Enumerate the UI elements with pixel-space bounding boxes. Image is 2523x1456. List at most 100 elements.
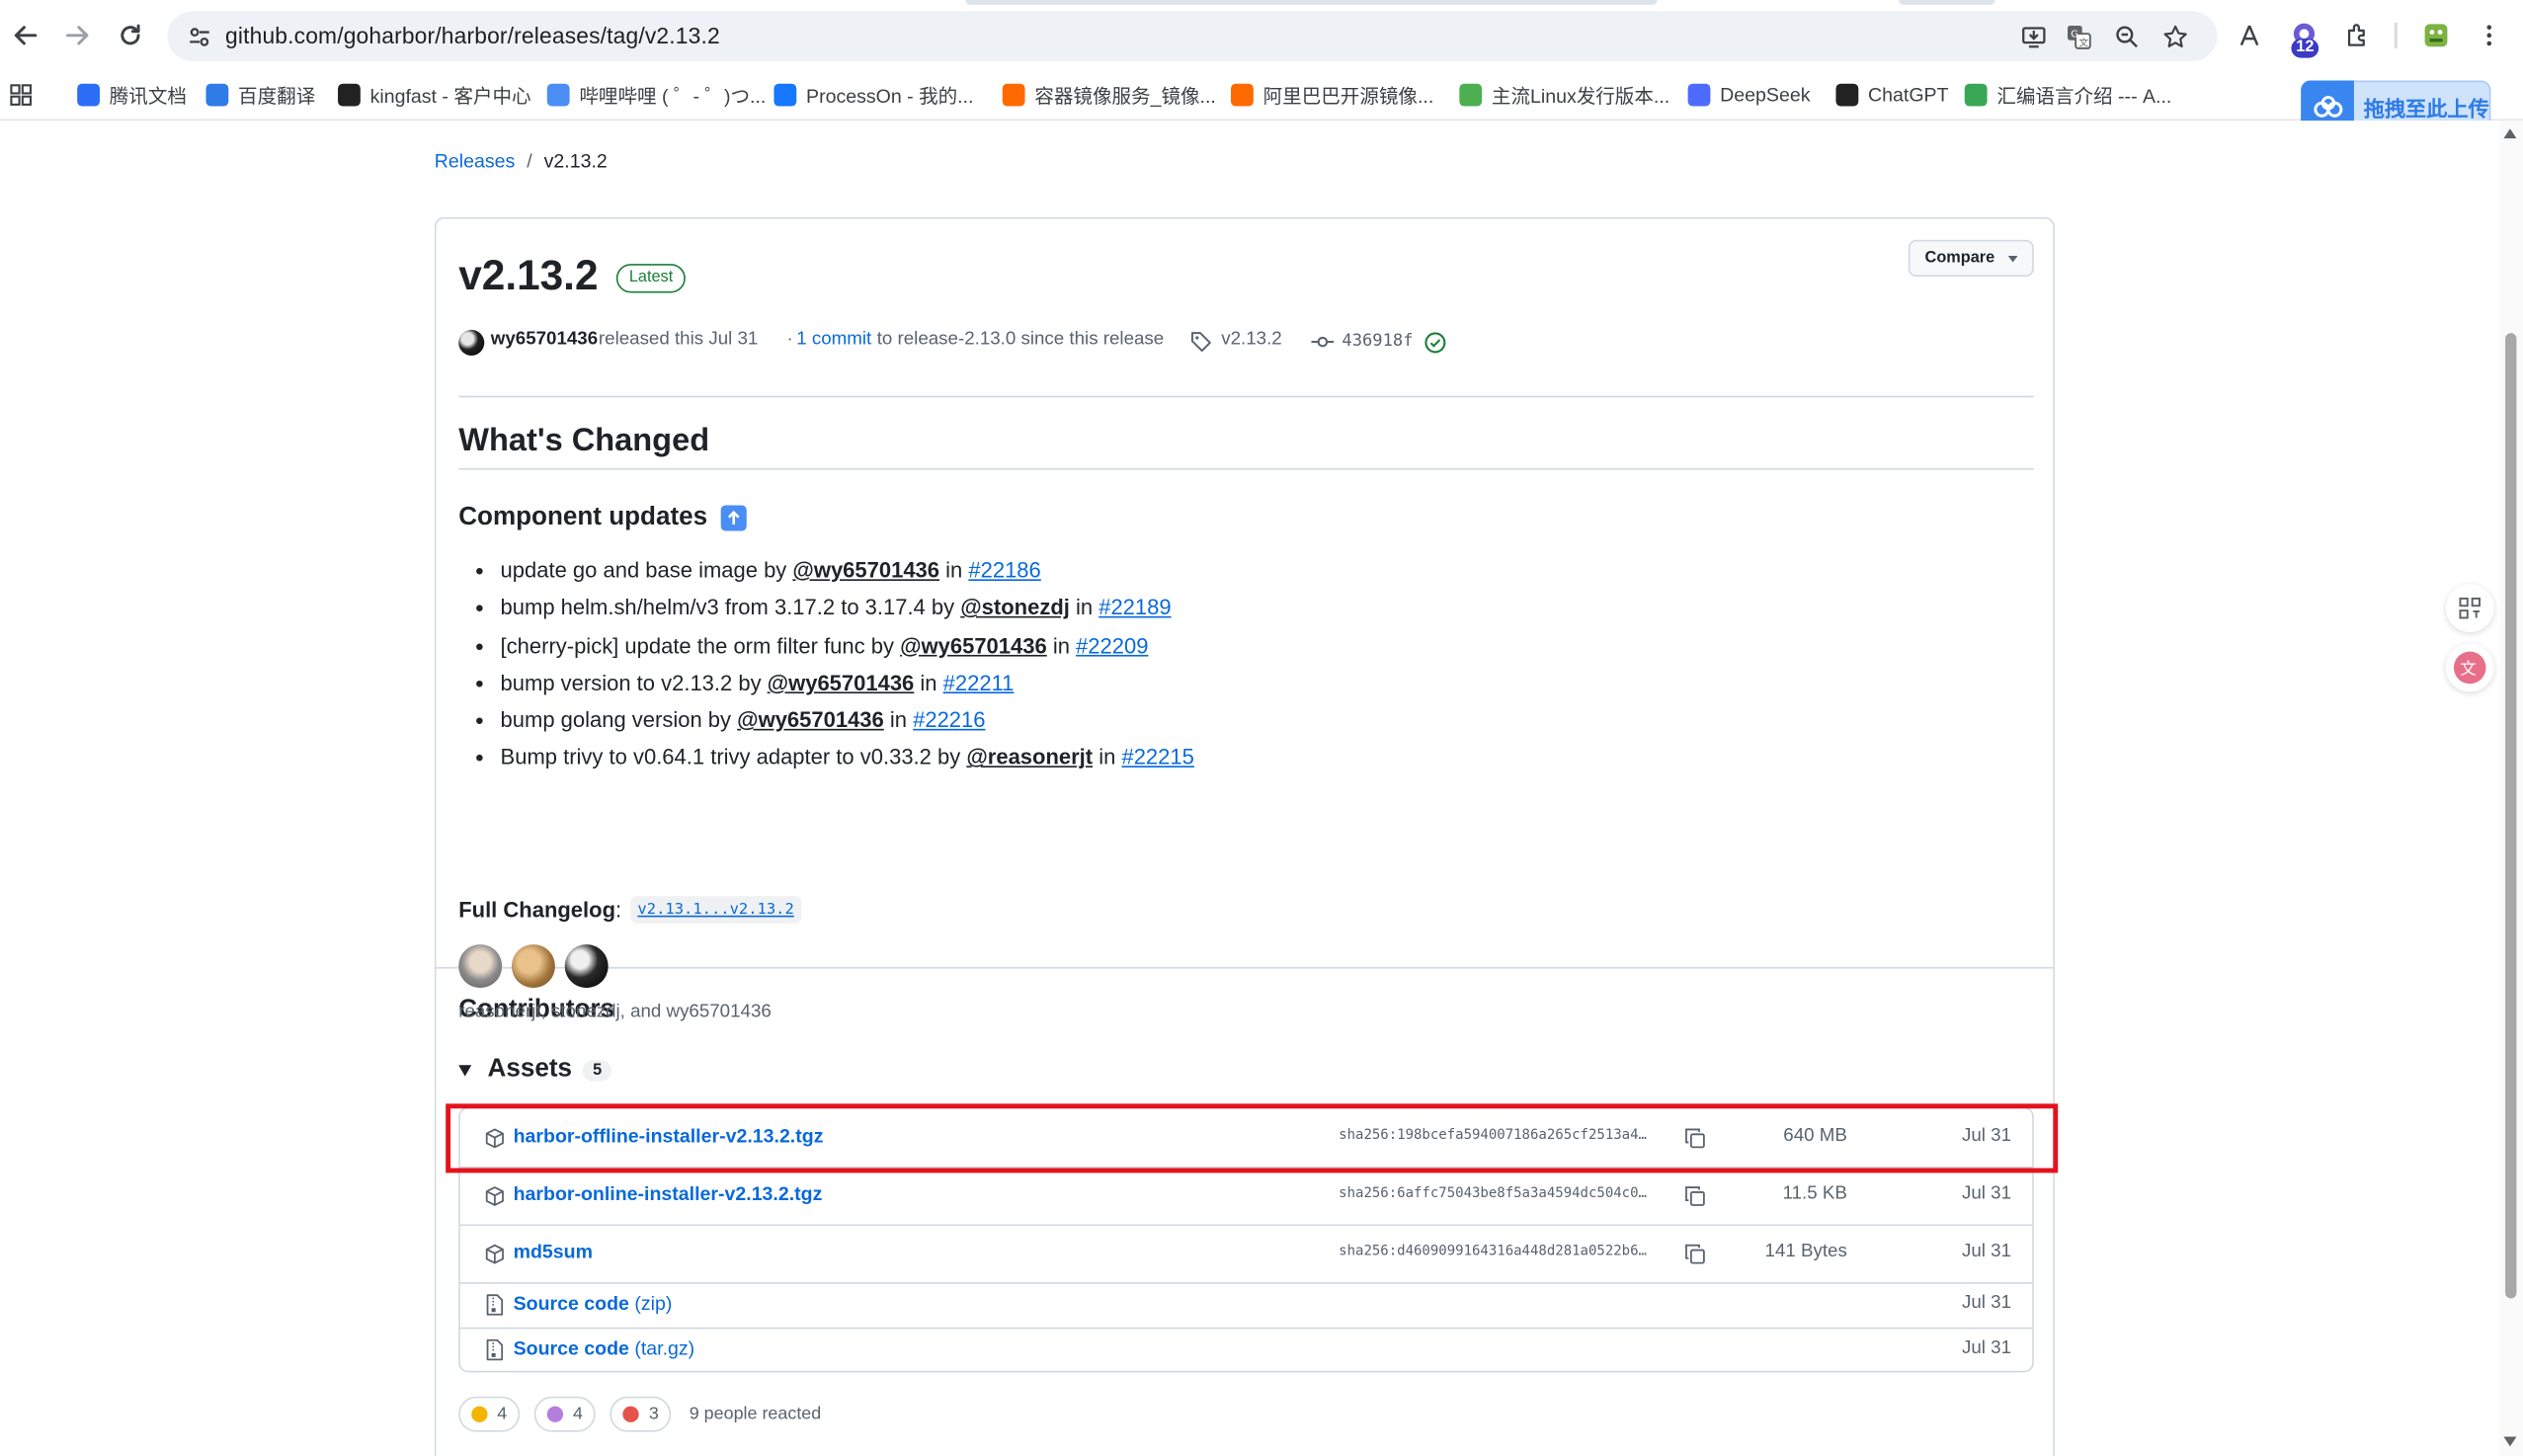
- asset-link[interactable]: harbor-online-installer-v2.13.2.tgz: [514, 1182, 823, 1205]
- asset-link[interactable]: Source code (tar.gz): [514, 1337, 695, 1360]
- change-pr-link[interactable]: #22216: [913, 708, 985, 732]
- change-text: bump version to v2.13.2 by: [500, 671, 768, 695]
- change-item: Bump trivy to v0.64.1 trivy adapter to v…: [501, 739, 1949, 776]
- reaction-thumbs-up[interactable]: 4: [458, 1396, 521, 1432]
- reaction-party-popper[interactable]: 4: [533, 1396, 597, 1432]
- bookmark-label: DeepSeek: [1720, 83, 1811, 107]
- bookmark-item[interactable]: DeepSeek: [1687, 80, 1811, 109]
- reaction-count: 4: [573, 1404, 584, 1424]
- bookmark-label: ChatGPT: [1868, 83, 1949, 107]
- change-author-link[interactable]: @stonezdj: [960, 596, 1070, 619]
- change-text: Bump trivy to v0.64.1 trivy adapter to v…: [500, 745, 967, 770]
- compare-button[interactable]: Compare: [1908, 239, 2034, 278]
- asset-size: 640 MB: [1783, 1126, 1847, 1146]
- release-meta: wy65701436 released this Jul 31 · 1 comm…: [458, 329, 1585, 358]
- change-pr-link[interactable]: #22186: [968, 558, 1040, 582]
- zoom-icon[interactable]: [2111, 21, 2144, 53]
- changelog-colon: :: [615, 897, 622, 923]
- tab-strip-indicator-2: [1898, 0, 1995, 5]
- page-translate-icon[interactable]: 文: [2445, 643, 2494, 692]
- copy-icon[interactable]: [1683, 1242, 1706, 1264]
- bookmark-item[interactable]: 百度翻译: [205, 80, 315, 109]
- bookmark-item[interactable]: 容器镜像服务_镜像...: [1002, 80, 1216, 109]
- bookmark-item[interactable]: ProcessOn - 我的...: [773, 80, 973, 109]
- party-popper-icon: [546, 1406, 564, 1422]
- contributor-avatar-stonezdj[interactable]: [511, 944, 555, 989]
- author-link[interactable]: wy65701436: [491, 330, 598, 350]
- bookmark-item[interactable]: kingfast - 客户中心: [338, 80, 531, 109]
- contributor-avatar-reasonerjt[interactable]: [458, 944, 503, 989]
- reaction-heart[interactable]: 3: [610, 1396, 672, 1432]
- breadcrumb-separator: /: [527, 149, 532, 173]
- file-zip-icon: [483, 1338, 506, 1361]
- change-in: in: [1046, 633, 1077, 658]
- breadcrumb-releases-link[interactable]: Releases: [435, 149, 515, 172]
- asset-link[interactable]: harbor-offline-installer-v2.13.2.tgz: [514, 1125, 824, 1148]
- tag-icon: [1190, 332, 1211, 358]
- bookmark-item[interactable]: ChatGPT: [1835, 80, 1949, 109]
- url-text[interactable]: github.com/goharbor/harbor/releases/tag/…: [225, 23, 720, 48]
- contributor-avatar-wy65701436[interactable]: [564, 944, 609, 989]
- commits-link[interactable]: 1 commit: [796, 330, 871, 350]
- copy-icon[interactable]: [1683, 1126, 1706, 1149]
- extensions-puzzle-icon[interactable]: [2339, 18, 2375, 53]
- asset-name: md5sum: [513, 1240, 593, 1263]
- change-pr-link[interactable]: #22215: [1121, 746, 1193, 769]
- bookmarks-bar: 腾讯文档 百度翻译 kingfast - 客户中心 哔哩哔哩 ( ゜- ゜)つ... P…: [0, 70, 2523, 121]
- site-info-icon[interactable]: [184, 21, 216, 53]
- bookmark-label: ProcessOn - 我的...: [806, 84, 974, 108]
- scrollbar-thumb[interactable]: [2505, 333, 2517, 1299]
- asset-link[interactable]: md5sum: [514, 1241, 593, 1263]
- tag-link[interactable]: v2.13.2: [1221, 330, 1281, 350]
- apps-grid-icon[interactable]: [10, 80, 33, 109]
- bookmark-item[interactable]: 阿里巴巴开源镜像...: [1231, 80, 1433, 109]
- forward-icon[interactable]: [59, 18, 95, 53]
- bookmark-favicon-icon: [773, 83, 797, 107]
- changelog-link[interactable]: v2.13.1...v2.13.2: [630, 896, 801, 924]
- copy-icon[interactable]: [1683, 1184, 1706, 1207]
- translate-icon[interactable]: G文: [2063, 21, 2095, 53]
- install-app-icon[interactable]: [2018, 21, 2051, 53]
- scroll-down-arrow-icon[interactable]: [2503, 1436, 2517, 1447]
- bookmark-item[interactable]: 哔哩哔哩 ( ゜- ゜)つ...: [546, 80, 767, 109]
- bookmark-favicon-icon: [1231, 83, 1254, 107]
- bookmark-star-icon[interactable]: [2159, 21, 2192, 53]
- assets-toggle[interactable]: Assets 5: [458, 1055, 612, 1084]
- change-pr-link[interactable]: #22211: [943, 671, 1015, 694]
- asset-row: md5sum sha256:d4609099164316a448d281a0522…: [459, 1225, 2033, 1284]
- toolbar-divider: [2394, 22, 2398, 48]
- reaction-count: 3: [648, 1404, 659, 1424]
- up-arrow-icon: [720, 505, 747, 531]
- bookmark-item[interactable]: 主流Linux发行版本...: [1459, 80, 1669, 109]
- change-pr-link[interactable]: #22209: [1076, 633, 1148, 657]
- assets-count: 5: [583, 1059, 612, 1081]
- extension-flow-icon[interactable]: [2232, 18, 2267, 53]
- change-author-link[interactable]: @wy65701436: [768, 671, 915, 694]
- change-author-link[interactable]: @wy65701436: [792, 558, 939, 582]
- browser-window: github.com/goharbor/harbor/releases/tag/…: [0, 0, 2523, 1456]
- change-pr-link[interactable]: #22189: [1099, 596, 1171, 619]
- bookmark-item[interactable]: 腾讯文档: [77, 80, 187, 109]
- triangle-down-icon: [458, 1064, 472, 1076]
- change-text: bump helm.sh/helm/v3 from 3.17.2 to 3.17…: [500, 596, 961, 620]
- address-bar[interactable]: github.com/goharbor/harbor/releases/tag/…: [167, 11, 2218, 61]
- verified-check-icon[interactable]: [1424, 332, 1446, 360]
- author-avatar[interactable]: [458, 329, 485, 356]
- change-author-link[interactable]: @wy65701436: [900, 633, 1047, 657]
- scroll-up-arrow-icon[interactable]: [2503, 128, 2517, 139]
- asset-link[interactable]: Source code (zip): [514, 1292, 673, 1315]
- bookmark-item[interactable]: 汇编语言介绍 --- A...: [1964, 80, 2172, 109]
- change-author-link[interactable]: @wy65701436: [737, 708, 884, 732]
- reload-icon[interactable]: [113, 18, 148, 53]
- browser-menu-icon[interactable]: [2472, 18, 2507, 53]
- bookmark-label: 汇编语言介绍 --- A...: [1996, 84, 2172, 108]
- bookmark-label: 哔哩哔哩 ( ゜- ゜)つ...: [579, 84, 767, 108]
- back-icon[interactable]: [8, 18, 43, 53]
- profile-avatar-icon[interactable]: [2418, 18, 2454, 53]
- change-author-link[interactable]: @reasonerjt: [966, 746, 1093, 769]
- commit-sha-link[interactable]: 436918f: [1342, 332, 1413, 352]
- release-title[interactable]: v2.13.2: [458, 251, 598, 300]
- qr-code-icon[interactable]: [2445, 584, 2494, 633]
- change-in: in: [914, 671, 943, 695]
- commit-icon: [1311, 332, 1335, 358]
